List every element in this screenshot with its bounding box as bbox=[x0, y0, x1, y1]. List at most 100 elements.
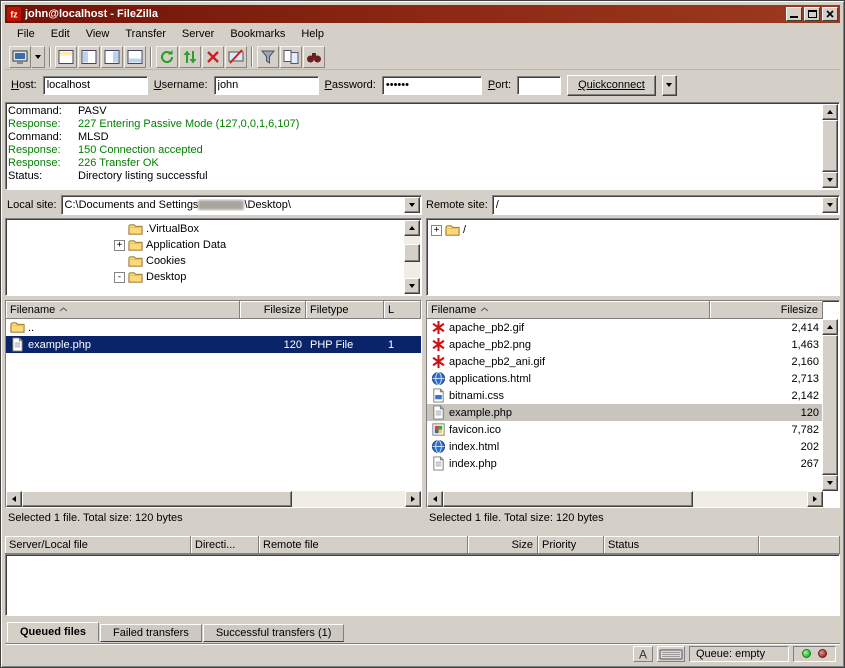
keyboard-indicator-icon bbox=[657, 646, 685, 662]
tree-expander-icon[interactable]: + bbox=[114, 240, 125, 251]
password-input[interactable] bbox=[382, 76, 482, 95]
site-manager-dropdown[interactable] bbox=[32, 46, 45, 68]
minimize-button[interactable] bbox=[786, 7, 802, 21]
column-header-filename[interactable]: Filename bbox=[6, 301, 240, 319]
scroll-down-button[interactable] bbox=[822, 475, 838, 491]
tab-failed-transfers[interactable]: Failed transfers bbox=[100, 624, 202, 642]
local-tree-icon bbox=[81, 49, 97, 65]
column-header-filesize[interactable]: Filesize bbox=[240, 301, 306, 319]
column-header-last-modified[interactable]: L bbox=[384, 301, 421, 319]
scroll-up-button[interactable] bbox=[404, 220, 420, 236]
directory-comparison-button[interactable] bbox=[280, 46, 302, 68]
maximize-button[interactable] bbox=[804, 7, 820, 21]
tree-item-cookies[interactable]: Cookies bbox=[8, 253, 403, 269]
local-list-horizontal-scrollbar[interactable] bbox=[6, 491, 421, 507]
tab-successful-transfers[interactable]: Successful transfers (1) bbox=[203, 624, 345, 642]
scroll-down-button[interactable] bbox=[404, 278, 420, 294]
filter-button[interactable] bbox=[257, 46, 279, 68]
find-files-button[interactable] bbox=[303, 46, 325, 68]
menu-help[interactable]: Help bbox=[293, 25, 332, 43]
cancel-operation-button[interactable] bbox=[202, 46, 224, 68]
tree-item-desktop[interactable]: - Desktop bbox=[8, 269, 403, 285]
status-bar: Queue: empty bbox=[5, 643, 840, 663]
remote-list-vertical-scrollbar[interactable] bbox=[822, 319, 838, 491]
toggle-message-log-button[interactable] bbox=[55, 46, 77, 68]
close-button[interactable] bbox=[822, 7, 838, 21]
column-header-filetype[interactable]: Filetype bbox=[306, 301, 384, 319]
title-bar[interactable]: john@localhost - FileZilla bbox=[5, 5, 840, 23]
file-row[interactable]: bitnami.css 2,142 bbox=[427, 387, 823, 404]
queue-column-status[interactable]: Status bbox=[604, 536, 759, 554]
menu-bookmarks[interactable]: Bookmarks bbox=[222, 25, 293, 43]
tree-item-application-data[interactable]: + Application Data bbox=[8, 237, 403, 253]
tree-item-virtualbox[interactable]: .VirtualBox bbox=[8, 221, 403, 237]
filter-icon bbox=[260, 49, 276, 65]
column-header-filesize[interactable]: Filesize bbox=[710, 301, 823, 319]
filezilla-window: john@localhost - FileZilla File Edit Vie… bbox=[0, 0, 845, 668]
site-manager-icon bbox=[12, 49, 28, 65]
image-file-icon bbox=[431, 337, 446, 352]
remote-site-dropdown[interactable] bbox=[822, 197, 838, 213]
file-row-parent-dir[interactable]: .. bbox=[6, 319, 421, 336]
file-row-selected[interactable]: example.php 120 bbox=[427, 404, 823, 421]
queue-column-server-local-file[interactable]: Server/Local file bbox=[5, 536, 191, 554]
file-row[interactable]: favicon.ico 7,782 bbox=[427, 421, 823, 438]
scrollbar-thumb[interactable] bbox=[443, 491, 693, 507]
menu-view[interactable]: View bbox=[78, 25, 118, 43]
scroll-down-button[interactable] bbox=[822, 172, 838, 188]
remote-list-horizontal-scrollbar[interactable] bbox=[427, 491, 823, 507]
file-row[interactable]: index.php 267 bbox=[427, 455, 823, 472]
toggle-local-tree-button[interactable] bbox=[78, 46, 100, 68]
local-directory-tree: .VirtualBox + Application Data Cookies -… bbox=[5, 218, 422, 296]
local-selection-status: Selected 1 file. Total size: 120 bytes bbox=[5, 512, 422, 524]
scrollbar-thumb[interactable] bbox=[22, 491, 292, 507]
quickconnect-button[interactable]: Quickconnect bbox=[567, 75, 656, 96]
tree-item-root[interactable]: + / bbox=[431, 222, 837, 238]
file-row[interactable]: apache_pb2.png 1,463 bbox=[427, 336, 823, 353]
host-input[interactable] bbox=[43, 76, 148, 95]
menu-file[interactable]: File bbox=[9, 25, 43, 43]
scroll-up-button[interactable] bbox=[822, 319, 838, 335]
queue-column-direction[interactable]: Directi... bbox=[191, 536, 259, 554]
remote-site-path: / bbox=[496, 199, 822, 211]
menu-edit[interactable]: Edit bbox=[43, 25, 78, 43]
queue-column-size[interactable]: Size bbox=[468, 536, 538, 554]
local-site-label: Local site: bbox=[7, 199, 57, 211]
file-row-example-php[interactable]: example.php 120 PHP File 1 bbox=[6, 336, 421, 353]
scroll-left-button[interactable] bbox=[427, 491, 443, 507]
menu-server[interactable]: Server bbox=[174, 25, 222, 43]
site-manager-button[interactable] bbox=[9, 46, 31, 68]
disconnect-button[interactable] bbox=[225, 46, 247, 68]
scrollbar-thumb[interactable] bbox=[822, 335, 838, 475]
toggle-transfer-queue-button[interactable] bbox=[124, 46, 146, 68]
username-input[interactable] bbox=[214, 76, 319, 95]
file-row[interactable]: index.html 202 bbox=[427, 438, 823, 455]
quickconnect-dropdown[interactable] bbox=[662, 75, 677, 96]
scroll-right-button[interactable] bbox=[807, 491, 823, 507]
column-header-filename[interactable]: Filename bbox=[427, 301, 710, 319]
menu-transfer[interactable]: Transfer bbox=[117, 25, 174, 43]
refresh-button[interactable] bbox=[156, 46, 178, 68]
local-site-combo[interactable]: C:\Documents and Settings\Desktop\ bbox=[61, 195, 422, 215]
tree-expander-icon[interactable]: + bbox=[431, 225, 442, 236]
process-queue-button[interactable] bbox=[179, 46, 201, 68]
tree-expander-icon[interactable]: - bbox=[114, 272, 125, 283]
local-tree-vertical-scrollbar[interactable] bbox=[404, 220, 420, 294]
scroll-right-button[interactable] bbox=[405, 491, 421, 507]
file-row[interactable]: apache_pb2.gif 2,414 bbox=[427, 319, 823, 336]
scroll-left-button[interactable] bbox=[6, 491, 22, 507]
port-input[interactable] bbox=[517, 76, 561, 95]
tab-queued-files[interactable]: Queued files bbox=[7, 622, 99, 642]
remote-site-combo[interactable]: / bbox=[492, 195, 840, 215]
scrollbar-thumb[interactable] bbox=[822, 120, 838, 172]
local-site-dropdown[interactable] bbox=[404, 197, 420, 213]
transfer-queue-body[interactable] bbox=[5, 554, 840, 616]
file-row[interactable]: applications.html 2,713 bbox=[427, 370, 823, 387]
log-vertical-scrollbar[interactable] bbox=[822, 104, 838, 188]
queue-column-priority[interactable]: Priority bbox=[538, 536, 604, 554]
toggle-remote-tree-button[interactable] bbox=[101, 46, 123, 68]
scrollbar-thumb[interactable] bbox=[404, 244, 420, 262]
file-row[interactable]: apache_pb2_ani.gif 2,160 bbox=[427, 353, 823, 370]
scroll-up-button[interactable] bbox=[822, 104, 838, 120]
queue-column-remote-file[interactable]: Remote file bbox=[259, 536, 468, 554]
